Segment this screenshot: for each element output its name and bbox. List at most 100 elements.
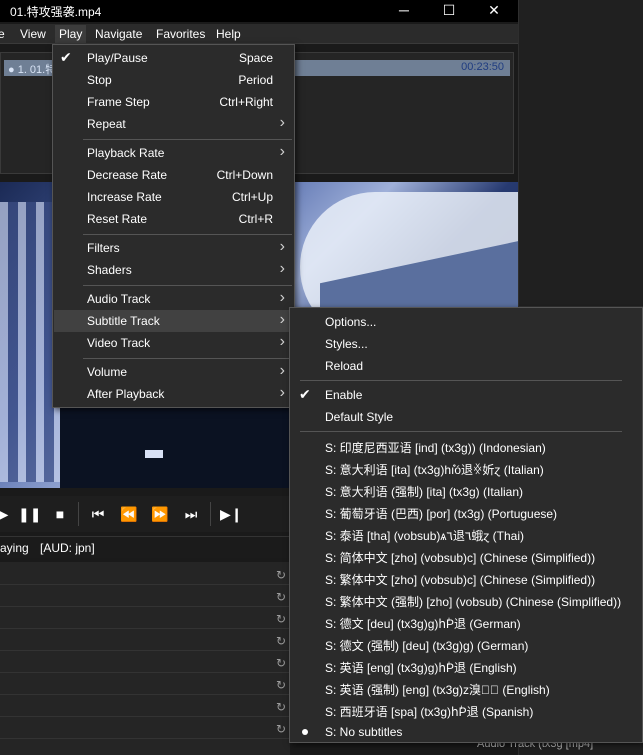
close-button[interactable]: ✕	[472, 0, 516, 22]
menu-item-label: Playback Rate	[87, 146, 165, 160]
subtitle-track-item[interactable]: S: 英语 (强制) [eng] (tx3g)z溴璐ٰ (English)	[291, 677, 641, 699]
menu-item-shaders[interactable]: Shaders ›	[54, 259, 293, 281]
menu-item-repeat[interactable]: Repeat ›	[54, 113, 293, 135]
menu-play[interactable]: Play	[55, 25, 87, 43]
refresh-icon[interactable]: ↻	[276, 700, 290, 714]
checkmark-icon: ✔	[60, 49, 72, 65]
next-icon[interactable]: ⏭	[180, 504, 202, 524]
subtitle-track-item[interactable]: S: 繁体中文 (强制) [zho] (vobsub) (Chinese (Si…	[291, 589, 641, 611]
menu-help[interactable]: Help	[216, 27, 241, 41]
play-menu: ✔ Play/Pause Space Stop Period Frame Ste…	[52, 44, 295, 408]
menu-favorites[interactable]: Favorites	[156, 27, 205, 41]
frame-step-icon[interactable]: ▶❙	[220, 504, 243, 524]
playlist-item-name: ● 1. 01.特	[8, 64, 57, 76]
fast-forward-icon[interactable]: ⏩	[149, 504, 171, 524]
refresh-icon[interactable]: ↻	[276, 590, 290, 604]
menu-item-reload[interactable]: Reload	[291, 355, 641, 377]
subtitle-track-item[interactable]: S: 德文 (强制) [deu] (tx3g)g) (German)	[291, 633, 641, 655]
subtitle-track-menu: Options... Styles... Reload ✔ Enable Def…	[289, 307, 643, 743]
menu-item-play-pause[interactable]: ✔ Play/Pause Space	[54, 47, 293, 69]
menu-file[interactable]: e	[0, 27, 5, 41]
menu-item-label: S: 简体中文 [zho] (vobsub)c] (Chinese (Simpl…	[325, 551, 596, 565]
divider	[0, 716, 290, 717]
rewind-icon[interactable]: ⏪	[118, 504, 140, 524]
menu-item-decrease-rate[interactable]: Decrease Rate Ctrl+Down	[54, 164, 293, 186]
subtitle-track-item[interactable]: S: 简体中文 [zho] (vobsub)c] (Chinese (Simpl…	[291, 545, 641, 567]
lower-panel: ↻ ↻ ↻ ↻ ↻ ↻ ↻ ↻	[0, 562, 290, 755]
menu-item-shortcut: Ctrl+R	[238, 212, 273, 226]
menu-item-frame-step[interactable]: Frame Step Ctrl+Right	[54, 91, 293, 113]
menu-item-label: S: 德文 (强制) [deu] (tx3g)g) (German)	[325, 639, 529, 653]
menu-item-default-style[interactable]: Default Style	[291, 406, 641, 428]
refresh-icon[interactable]: ↻	[276, 656, 290, 670]
menu-item-increase-rate[interactable]: Increase Rate Ctrl+Up	[54, 186, 293, 208]
menu-item-label: S: No subtitles	[325, 725, 403, 739]
subtitle-track-item[interactable]: S: 意大利语 [ita] (tx3g)hıׁ̊̊ó退ꏍ妡ɀ (Italian)	[291, 457, 641, 479]
subtitle-track-item[interactable]: S: 泰语 [tha] (vobsub)ѧ٦退٦蛾ɀ (Thai)	[291, 523, 641, 545]
status-audio: [AUD: jpn]	[40, 541, 95, 555]
menu-item-styles[interactable]: Styles...	[291, 333, 641, 355]
subtitle-track-item[interactable]: S: 英语 [eng] (tx3g)g)hٰP退 (English)	[291, 655, 641, 677]
minimize-button[interactable]: ─	[382, 0, 426, 22]
refresh-icon[interactable]: ↻	[276, 678, 290, 692]
app-stage: 01.特攻强袭.mp4 ─ ☐ ✕ e View Play Navigate F…	[0, 0, 643, 755]
subtitle-track-item[interactable]: S: 繁体中文 [zho] (vobsub)c] (Chinese (Simpl…	[291, 567, 641, 589]
window-title: 01.特攻强袭.mp4	[10, 5, 102, 19]
menu-item-label: Subtitle Track	[87, 314, 160, 328]
menu-item-label: Styles...	[325, 337, 368, 351]
pause-icon[interactable]: ❚❚	[18, 504, 41, 524]
menu-view[interactable]: View	[20, 27, 46, 41]
menu-item-label: Repeat	[87, 117, 126, 131]
menu-item-after-playback[interactable]: After Playback ›	[54, 383, 293, 405]
menu-item-label: S: 意大利语 (强制) [ita] (tx3g) (Italian)	[325, 485, 524, 499]
status-state: aying	[0, 541, 29, 555]
menu-item-video-track[interactable]: Video Track ›	[54, 332, 293, 354]
menu-separator	[83, 358, 292, 359]
chevron-right-icon: ›	[279, 260, 285, 277]
menu-item-audio-track[interactable]: Audio Track ›	[54, 288, 293, 310]
menu-item-filters[interactable]: Filters ›	[54, 237, 293, 259]
menu-item-reset-rate[interactable]: Reset Rate Ctrl+R	[54, 208, 293, 230]
refresh-icon[interactable]: ↻	[276, 634, 290, 648]
subtitle-track-item[interactable]: S: 西班牙语 [spa] (tx3g)hٰP退 (Spanish)	[291, 699, 641, 721]
divider	[0, 606, 290, 607]
menu-item-options[interactable]: Options...	[291, 311, 641, 333]
menu-separator	[83, 139, 292, 140]
previous-icon[interactable]: ⏮	[87, 504, 109, 524]
menu-item-label: S: 繁体中文 (强制) [zho] (vobsub) (Chinese (Si…	[325, 595, 622, 609]
menu-separator	[83, 234, 292, 235]
subtitle-track-item-no-subtitles[interactable]: S: No subtitles	[291, 721, 641, 743]
menu-item-label: Video Track	[87, 336, 151, 350]
menu-item-volume[interactable]: Volume ›	[54, 361, 293, 383]
refresh-icon[interactable]: ↻	[276, 722, 290, 736]
menu-item-label: Volume	[87, 365, 128, 379]
subtitle-track-item[interactable]: S: 葡萄牙语 (巴西) [por] (tx3g) (Portuguese)	[291, 501, 641, 523]
menu-item-label: Decrease Rate	[87, 168, 168, 182]
menu-item-subtitle-track[interactable]: Subtitle Track ›	[54, 310, 293, 332]
menu-item-enable[interactable]: ✔ Enable	[291, 384, 641, 406]
menu-item-label: S: 泰语 [tha] (vobsub)ѧ٦退٦蛾ɀ (Thai)	[325, 529, 524, 543]
subtitle-track-item[interactable]: S: 德文 [deu] (tx3g)g)hٰP退 (German)	[291, 611, 641, 633]
menu-item-label: S: 印度尼西亚语 [ind] (tx3g)) (Indonesian)	[325, 441, 546, 455]
menu-item-stop[interactable]: Stop Period	[54, 69, 293, 91]
chevron-right-icon: ›	[279, 289, 285, 306]
menu-item-playback-rate[interactable]: Playback Rate ›	[54, 142, 293, 164]
menu-item-label: S: 德文 [deu] (tx3g)g)hٰP退 (German)	[325, 617, 521, 631]
divider	[0, 584, 290, 585]
play-icon[interactable]: ▶	[0, 504, 14, 524]
subtitle-track-item[interactable]: S: 印度尼西亚语 [ind] (tx3g)) (Indonesian)	[291, 435, 641, 457]
subtitle-track-item[interactable]: S: 意大利语 (强制) [ita] (tx3g) (Italian)	[291, 479, 641, 501]
menu-separator	[300, 431, 622, 432]
refresh-icon[interactable]: ↻	[276, 612, 290, 626]
divider	[78, 502, 79, 526]
menu-separator	[300, 380, 622, 381]
divider	[210, 502, 211, 526]
refresh-icon[interactable]: ↻	[276, 568, 290, 582]
stop-icon[interactable]: ■	[49, 504, 71, 524]
menu-bar: e View Play Navigate Favorites Help	[0, 24, 518, 44]
divider	[0, 628, 290, 629]
menu-item-label: Play/Pause	[87, 51, 148, 65]
maximize-button[interactable]: ☐	[427, 0, 471, 22]
menu-navigate[interactable]: Navigate	[95, 27, 142, 41]
menu-item-shortcut: Ctrl+Up	[231, 190, 273, 204]
